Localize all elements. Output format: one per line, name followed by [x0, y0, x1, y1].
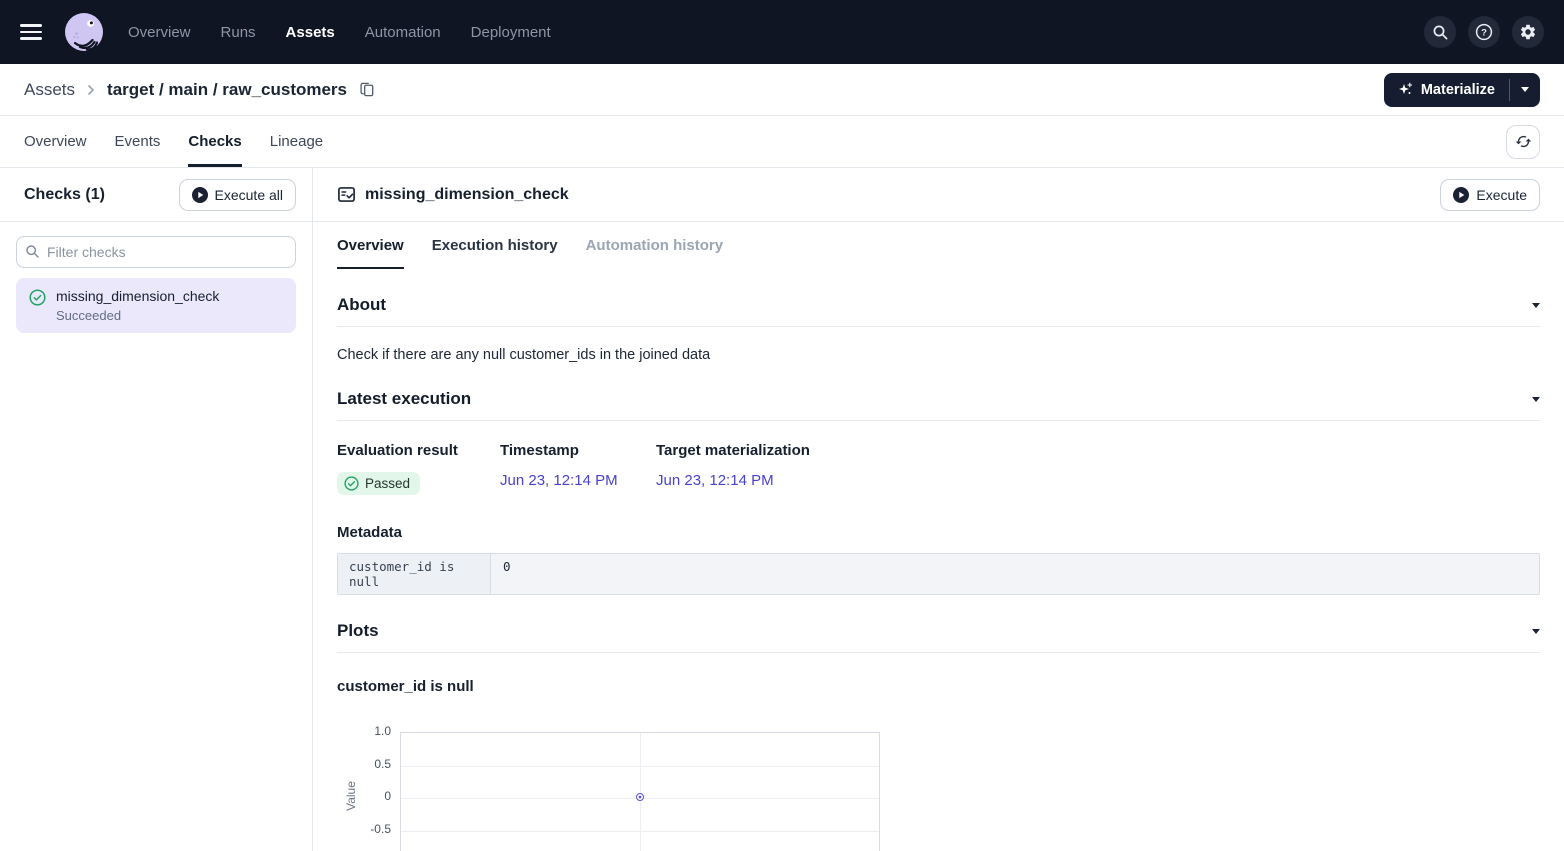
y-tick: 0 [351, 789, 391, 803]
subtab-execution-history[interactable]: Execution history [432, 237, 558, 269]
breadcrumb: Assets target / main / raw_customers [24, 80, 376, 100]
top-nav: Overview Runs Assets Automation Deployme… [0, 0, 1564, 64]
tab-checks[interactable]: Checks [188, 116, 241, 167]
collapse-plots-icon[interactable] [1532, 629, 1540, 634]
play-icon [1453, 187, 1469, 203]
copy-icon [359, 81, 376, 98]
plots-heading: Plots [337, 621, 379, 641]
chevron-down-icon [1521, 87, 1529, 92]
asset-key-path[interactable]: target / main / raw_customers [107, 80, 347, 100]
settings-button[interactable] [1512, 16, 1544, 48]
metadata-table: customer_id is null 0 [337, 553, 1540, 595]
target-materialization-label: Target materialization [656, 442, 810, 459]
search-icon [1432, 24, 1449, 41]
copy-button[interactable] [359, 81, 376, 98]
materialize-button[interactable]: Materialize [1384, 73, 1509, 107]
check-detail-panel: missing_dimension_check Execute Overview… [313, 168, 1564, 851]
data-point [636, 793, 644, 801]
about-heading: About [337, 295, 386, 315]
menu-icon[interactable] [20, 24, 48, 40]
nav-item-overview[interactable]: Overview [128, 24, 191, 41]
breadcrumb-bar: Assets target / main / raw_customers Mat… [0, 64, 1564, 116]
filter-checks-input[interactable] [16, 236, 296, 268]
materialize-options-button[interactable] [1510, 73, 1540, 107]
help-icon: ? [1475, 23, 1493, 41]
svg-text:?: ? [1481, 28, 1487, 39]
latest-execution-heading: Latest execution [337, 389, 471, 409]
target-materialization-link[interactable]: Jun 23, 12:14 PM [656, 472, 774, 489]
plot-title: customer_id is null [337, 678, 1540, 695]
check-detail-tabs: Overview Execution history Automation hi… [337, 222, 1540, 269]
collapse-latest-execution-icon[interactable] [1532, 397, 1540, 402]
metadata-heading: Metadata [337, 524, 1540, 541]
check-status: Succeeded [56, 308, 219, 323]
timestamp-link[interactable]: Jun 23, 12:14 PM [500, 472, 618, 489]
subtab-automation-history[interactable]: Automation history [586, 237, 724, 269]
nav-item-assets[interactable]: Assets [286, 24, 335, 41]
y-tick: 1.0 [351, 724, 391, 738]
timestamp-label: Timestamp [500, 442, 656, 459]
checks-count-title: Checks (1) [24, 186, 105, 204]
check-description: Check if there are any null customer_ids… [337, 347, 1540, 363]
checklist-icon [337, 185, 356, 204]
evaluation-result-label: Evaluation result [337, 442, 500, 459]
tab-events[interactable]: Events [115, 116, 161, 167]
refresh-button[interactable] [1506, 125, 1540, 159]
y-tick: -0.5 [351, 822, 391, 836]
y-tick: 0.5 [351, 757, 391, 771]
materialize-split-button: Materialize [1384, 73, 1540, 107]
check-list-item[interactable]: missing_dimension_check Succeeded [16, 278, 296, 333]
collapse-about-icon[interactable] [1532, 303, 1540, 308]
help-button[interactable]: ? [1468, 16, 1500, 48]
sparkle-icon [1398, 82, 1413, 97]
check-detail-title: missing_dimension_check [365, 186, 569, 204]
gear-icon [1519, 23, 1537, 41]
checks-sidebar: Checks (1) Execute all [0, 168, 313, 851]
nav-item-deployment[interactable]: Deployment [471, 24, 551, 41]
metadata-plot: Value 1.0 0.5 0 -0.5 -1.0 Jun 23, 12:14 … [337, 722, 1540, 851]
asset-tabs-bar: Overview Events Checks Lineage [0, 116, 1564, 168]
metadata-value: 0 [491, 554, 1539, 594]
metadata-key: customer_id is null [338, 554, 491, 594]
nav-item-runs[interactable]: Runs [221, 24, 256, 41]
tab-lineage[interactable]: Lineage [270, 116, 323, 167]
tab-overview[interactable]: Overview [24, 116, 87, 167]
subtab-overview[interactable]: Overview [337, 237, 404, 269]
check-success-icon [344, 476, 359, 491]
execute-all-button[interactable]: Execute all [179, 179, 296, 211]
check-success-icon [29, 289, 46, 306]
search-button[interactable] [1424, 16, 1456, 48]
main-nav: Overview Runs Assets Automation Deployme… [128, 24, 551, 41]
chevron-right-icon [85, 83, 97, 97]
check-name: missing_dimension_check [56, 288, 219, 304]
dagster-logo-icon[interactable] [64, 12, 104, 52]
nav-item-automation[interactable]: Automation [365, 24, 441, 41]
breadcrumb-assets-link[interactable]: Assets [24, 80, 75, 100]
search-icon [25, 244, 40, 259]
refresh-icon [1515, 133, 1532, 150]
play-icon [192, 187, 208, 203]
passed-badge: Passed [337, 472, 420, 495]
plot-area [400, 732, 880, 851]
execute-button[interactable]: Execute [1440, 179, 1540, 211]
